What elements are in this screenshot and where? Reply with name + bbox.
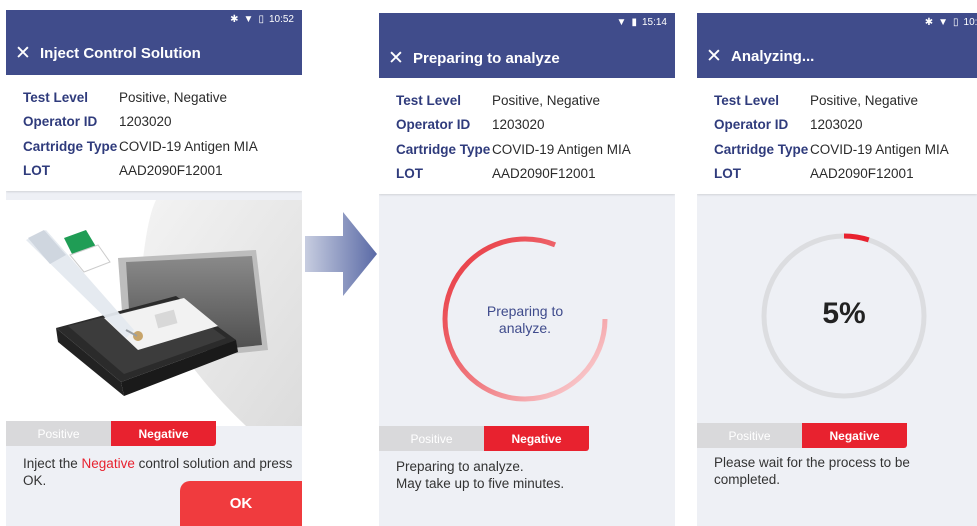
page-title: Analyzing... [731, 47, 815, 65]
level-tabs: Positive Negative [379, 426, 589, 451]
info-label: Operator ID [396, 117, 471, 133]
info-label: Cartridge Type [714, 141, 809, 157]
info-value: 1203020 [810, 117, 863, 133]
info-row-test-level: Test Level Positive, Negative [379, 88, 675, 113]
info-row-lot: LOT AAD2090F12001 [6, 159, 302, 184]
info-label: Operator ID [23, 114, 98, 130]
status-time: 15:14 [641, 17, 667, 28]
wifi-icon: ▼ [938, 16, 949, 28]
info-label: LOT [714, 166, 741, 182]
status-bar: ✱ ▼ ▯ 10:5 [925, 17, 977, 28]
test-info-panel: Test Level Positive, Negative Operator I… [697, 78, 977, 194]
status-bar: ✱ ▼ ▯ 10:52 [230, 14, 294, 25]
info-value: COVID-19 Antigen MIA [119, 138, 258, 154]
app-header: ✱ ▼ ▯ 10:52 ✕ Inject Control Solution [6, 10, 302, 75]
info-row-lot: LOT AAD2090F12001 [379, 162, 675, 187]
status-time: 10:5 [963, 17, 977, 28]
wifi-icon: ▼ [616, 16, 627, 28]
bluetooth-icon: ✱ [230, 13, 239, 25]
info-label: LOT [23, 163, 50, 179]
status-time: 10:52 [268, 14, 294, 25]
info-label: Operator ID [714, 117, 789, 133]
info-row-test-level: Test Level Positive, Negative [6, 85, 302, 110]
info-value: AAD2090F12001 [119, 163, 223, 179]
message-text: Inject the [23, 456, 82, 471]
screen-analyzing: ✱ ▼ ▯ 10:5 ✕ Analyzing... Test Level Pos… [697, 13, 977, 526]
info-row-operator-id: Operator ID 1203020 [379, 113, 675, 138]
ok-button[interactable]: OK [180, 481, 302, 526]
spinner-label-line: Preparing to [486, 303, 564, 319]
message-line: May take up to five minutes. [396, 475, 565, 491]
page-title: Preparing to analyze [413, 49, 560, 67]
app-header: ▼ ▮ 15:14 ✕ Preparing to analyze [379, 13, 675, 78]
tab-positive[interactable]: Positive [697, 423, 802, 448]
message-line: completed. [714, 471, 781, 487]
cartridge-injection-illustration [6, 200, 302, 426]
screen-inject-control-solution: ✱ ▼ ▯ 10:52 ✕ Inject Control Solution Te… [6, 10, 302, 526]
info-row-operator-id: Operator ID 1203020 [697, 113, 977, 138]
info-row-test-level: Test Level Positive, Negative [697, 88, 977, 113]
test-info-panel: Test Level Positive, Negative Operator I… [379, 78, 675, 194]
close-icon[interactable]: ✕ [697, 47, 731, 66]
app-header: ✱ ▼ ▯ 10:5 ✕ Analyzing... [697, 13, 977, 78]
info-row-lot: LOT AAD2090F12001 [697, 162, 977, 187]
close-icon[interactable]: ✕ [6, 44, 40, 63]
status-message: Please wait for the process to be comple… [714, 455, 910, 488]
level-tabs: Positive Negative [6, 421, 216, 446]
info-label: Cartridge Type [396, 141, 491, 157]
info-value: Positive, Negative [810, 92, 919, 108]
info-row-cartridge-type: Cartridge Type COVID-19 Antigen MIA [379, 137, 675, 162]
spinner-label-line: analyze. [498, 320, 552, 336]
info-label: Test Level [23, 89, 89, 105]
info-label: Test Level [714, 92, 780, 108]
wifi-icon: ▼ [243, 13, 254, 25]
tab-negative[interactable]: Negative [484, 426, 589, 451]
message-highlight: Negative [81, 456, 135, 471]
bluetooth-icon: ✱ [924, 16, 934, 28]
info-value: Positive, Negative [119, 89, 228, 105]
tab-positive[interactable]: Positive [6, 421, 111, 446]
tab-negative[interactable]: Negative [802, 423, 907, 448]
progress-percent: 5% [822, 297, 866, 330]
status-bar: ▼ ▮ 15:14 [617, 17, 667, 28]
info-label: LOT [396, 166, 423, 182]
info-value: AAD2090F12001 [810, 166, 914, 182]
page-title: Inject Control Solution [40, 44, 201, 62]
info-row-cartridge-type: Cartridge Type COVID-19 Antigen MIA [697, 137, 977, 162]
status-message: Preparing to analyze. May take up to fiv… [396, 459, 564, 492]
level-tabs: Positive Negative [697, 423, 907, 448]
battery-icon: ▯ [258, 13, 264, 25]
spinner-label: Preparing to analyze. [437, 303, 613, 337]
message-line: Preparing to analyze. [396, 459, 524, 474]
info-row-operator-id: Operator ID 1203020 [6, 110, 302, 135]
info-value: COVID-19 Antigen MIA [492, 141, 631, 157]
info-value: 1203020 [119, 114, 172, 130]
info-row-cartridge-type: Cartridge Type COVID-19 Antigen MIA [6, 134, 302, 159]
screen-preparing-to-analyze: ▼ ▮ 15:14 ✕ Preparing to analyze Test Le… [379, 13, 675, 526]
close-icon[interactable]: ✕ [379, 49, 413, 68]
tab-positive[interactable]: Positive [379, 426, 484, 451]
info-value: Positive, Negative [492, 92, 601, 108]
battery-icon: ▮ [631, 16, 637, 28]
arrow-right-icon [305, 212, 377, 296]
tab-negative[interactable]: Negative [111, 421, 216, 446]
test-info-panel: Test Level Positive, Negative Operator I… [6, 75, 302, 191]
message-line: Please wait for the process to be [714, 455, 910, 470]
battery-icon: ▯ [953, 16, 959, 28]
info-label: Test Level [396, 92, 462, 108]
info-value: 1203020 [492, 117, 545, 133]
info-label: Cartridge Type [23, 138, 118, 154]
info-value: AAD2090F12001 [492, 166, 596, 182]
info-value: COVID-19 Antigen MIA [810, 141, 949, 157]
